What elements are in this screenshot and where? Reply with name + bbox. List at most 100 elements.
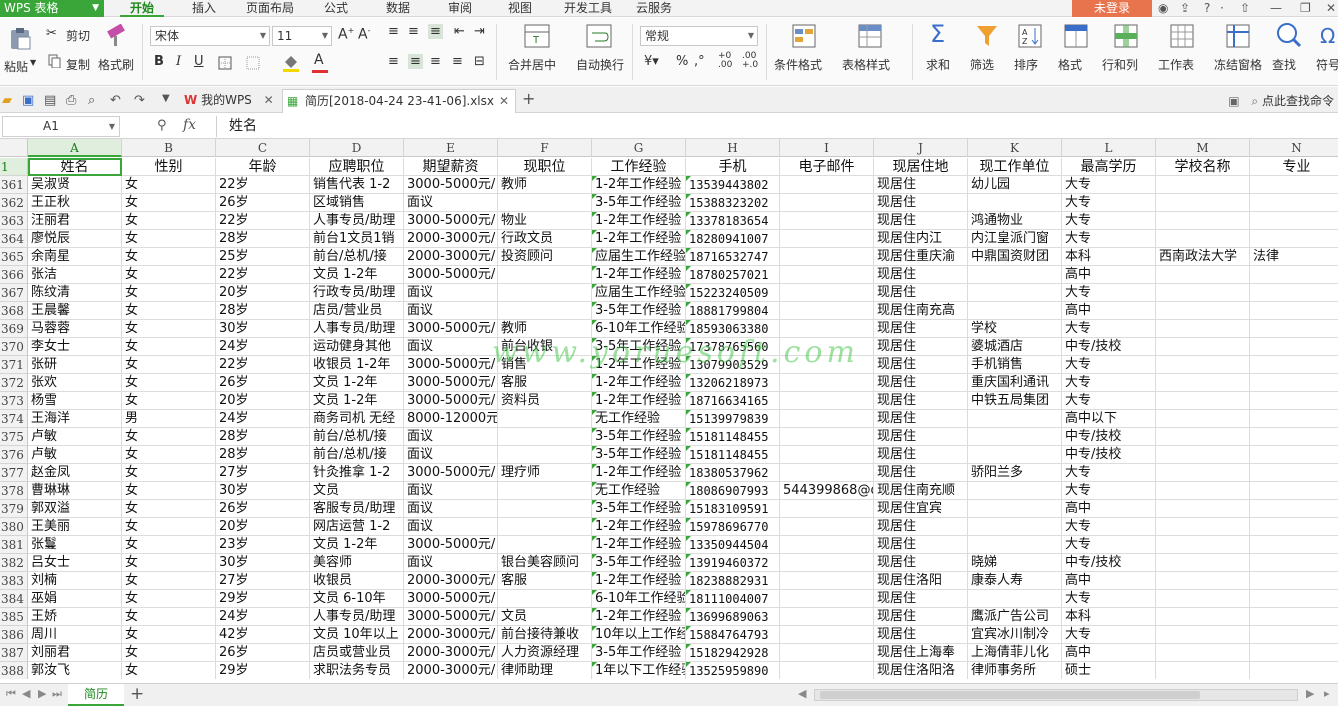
app-menu-button[interactable]: WPS 表格 ▼ — [0, 0, 104, 17]
column-header-k[interactable]: K — [968, 139, 1062, 157]
grid-cell[interactable]: 王海洋 — [28, 410, 122, 428]
row-number[interactable]: 376 — [0, 446, 28, 464]
grid-cell[interactable]: 现居住 — [874, 320, 968, 338]
grid-cell[interactable]: 卢敏 — [28, 428, 122, 446]
grid-cell[interactable]: 15139979839 — [686, 410, 780, 428]
grid-cell[interactable]: 544399868@qq — [780, 482, 874, 500]
grid-cell[interactable] — [1156, 428, 1250, 446]
grid-cell[interactable] — [1250, 338, 1338, 356]
grid-cell[interactable] — [968, 590, 1062, 608]
row-number[interactable]: 381 — [0, 536, 28, 554]
row-number[interactable]: 361 — [0, 176, 28, 194]
tab-insert[interactable]: 插入 — [184, 0, 224, 17]
grid-cell[interactable]: 文员 1-2年 — [310, 536, 404, 554]
grid-cell[interactable]: 女 — [122, 392, 216, 410]
grid-cell[interactable]: 3000-5000元/ — [404, 374, 498, 392]
grid-cell[interactable]: 面议 — [404, 446, 498, 464]
grid-cell[interactable] — [1156, 374, 1250, 392]
grid-cell[interactable]: 女 — [122, 554, 216, 572]
grid-cell[interactable] — [1156, 266, 1250, 284]
grid-cell[interactable] — [1250, 356, 1338, 374]
grid-cell[interactable]: 大专 — [1062, 590, 1156, 608]
grid-cell[interactable]: 3000-5000元/ — [404, 356, 498, 374]
grid-cell[interactable]: 美容师 — [310, 554, 404, 572]
column-header-j[interactable]: J — [874, 139, 968, 157]
grid-cell[interactable]: 3000-5000元/ — [404, 176, 498, 194]
grid-cell[interactable]: 商务司机 无经 — [310, 410, 404, 428]
grid-cell[interactable]: 吕女士 — [28, 554, 122, 572]
grid-cell[interactable] — [498, 266, 592, 284]
grid-cell[interactable] — [498, 194, 592, 212]
grid-cell[interactable]: 13378183654 — [686, 212, 780, 230]
grid-cell[interactable]: 现居住宜宾 — [874, 500, 968, 518]
grid-cell[interactable] — [1156, 194, 1250, 212]
scroll-left-icon[interactable]: ◀ — [798, 687, 806, 700]
grid-cell[interactable]: 中专/技校 — [1062, 554, 1156, 572]
symbol-button[interactable]: 符号 — [1316, 56, 1338, 73]
grid-cell[interactable]: 面议 — [404, 302, 498, 320]
grid-cell[interactable]: 3-5年工作经验 — [592, 428, 686, 446]
font-size-select[interactable]: 11 ▼ — [272, 26, 332, 46]
grid-cell[interactable]: 现居住 — [874, 194, 968, 212]
row-number[interactable]: 383 — [0, 572, 28, 590]
grid-cell[interactable]: 行政专员/助理 — [310, 284, 404, 302]
grid-cell[interactable]: 前台/总机/接 — [310, 446, 404, 464]
align-bottom-icon[interactable]: ≡ — [428, 24, 443, 39]
grid-cell[interactable] — [780, 500, 874, 518]
grid-cell[interactable]: 18716634165 — [686, 392, 780, 410]
grid-cell[interactable]: 高中以下 — [1062, 410, 1156, 428]
grid-cell[interactable]: 女 — [122, 446, 216, 464]
output-pdf-icon[interactable]: ▤ — [44, 93, 58, 108]
grid-cell[interactable]: 婆城酒店 — [968, 338, 1062, 356]
distribute-icon[interactable]: ⊟ — [474, 54, 485, 69]
grid-cell[interactable]: 大专 — [1062, 176, 1156, 194]
grid-cell[interactable]: 3-5年工作经验 — [592, 554, 686, 572]
grid-cell[interactable]: 2000-3000元/ — [404, 248, 498, 266]
grid-cell[interactable]: 现居住 — [874, 518, 968, 536]
grid-cell[interactable]: 现居住南充高 — [874, 302, 968, 320]
grid-cell[interactable]: 28岁 — [216, 428, 310, 446]
column-header-d[interactable]: D — [310, 139, 404, 157]
format-icon[interactable] — [1064, 24, 1088, 48]
grid-cell[interactable]: 本科 — [1062, 608, 1156, 626]
grid-cell[interactable] — [968, 446, 1062, 464]
column-header-l[interactable]: L — [1062, 139, 1156, 157]
close-icon[interactable]: ✕ — [264, 93, 274, 107]
grid-cell[interactable]: 张欢 — [28, 374, 122, 392]
open-folder-icon[interactable]: ▰ — [2, 93, 16, 108]
format-painter-icon[interactable] — [104, 24, 128, 48]
indent-increase-icon[interactable]: ⇥ — [474, 24, 485, 39]
grid-cell[interactable]: 15181148455 — [686, 428, 780, 446]
grid-cell[interactable]: 3000-5000元/ — [404, 464, 498, 482]
grid-cell[interactable]: 18380537962 — [686, 464, 780, 482]
grid-cell[interactable]: 女 — [122, 320, 216, 338]
grid-cell[interactable]: 收银员 1-2年 — [310, 356, 404, 374]
grid-cell[interactable]: 18593063380 — [686, 320, 780, 338]
scroll-right-icon[interactable]: ▶ — [1306, 687, 1314, 700]
grid-cell[interactable]: 法律 — [1250, 248, 1338, 266]
grid-cell[interactable]: 3000-5000元/ — [404, 536, 498, 554]
tab-data[interactable]: 数据 — [378, 0, 418, 17]
column-title-cell[interactable]: 专业 — [1250, 158, 1338, 176]
grid-cell[interactable]: 3-5年工作经验 — [592, 302, 686, 320]
row-number[interactable]: 365 — [0, 248, 28, 266]
wrap-text-icon[interactable] — [586, 24, 612, 48]
grid-cell[interactable] — [1250, 410, 1338, 428]
help-icon[interactable]: ? — [1204, 0, 1210, 17]
column-title-cell[interactable]: 最高学历 — [1062, 158, 1156, 176]
row-number[interactable]: 366 — [0, 266, 28, 284]
grid-cell[interactable]: 店员或营业员 — [310, 644, 404, 662]
paste-button[interactable]: 粘贴 — [4, 58, 28, 75]
grid-cell[interactable] — [1156, 500, 1250, 518]
grid-cell[interactable] — [780, 410, 874, 428]
worksheet-icon[interactable] — [1170, 24, 1194, 48]
justify-icon[interactable]: ≡ — [452, 54, 463, 69]
grid-cell[interactable]: 现居住 — [874, 554, 968, 572]
grid-cell[interactable] — [1250, 536, 1338, 554]
grid-cell[interactable]: 前台接待兼收 — [498, 626, 592, 644]
grid-cell[interactable] — [1250, 320, 1338, 338]
column-header-a[interactable]: A — [28, 139, 122, 157]
grid-cell[interactable]: 前台/总机/接 — [310, 428, 404, 446]
grid-cell[interactable] — [1156, 212, 1250, 230]
grid-cell[interactable]: 律师助理 — [498, 662, 592, 679]
